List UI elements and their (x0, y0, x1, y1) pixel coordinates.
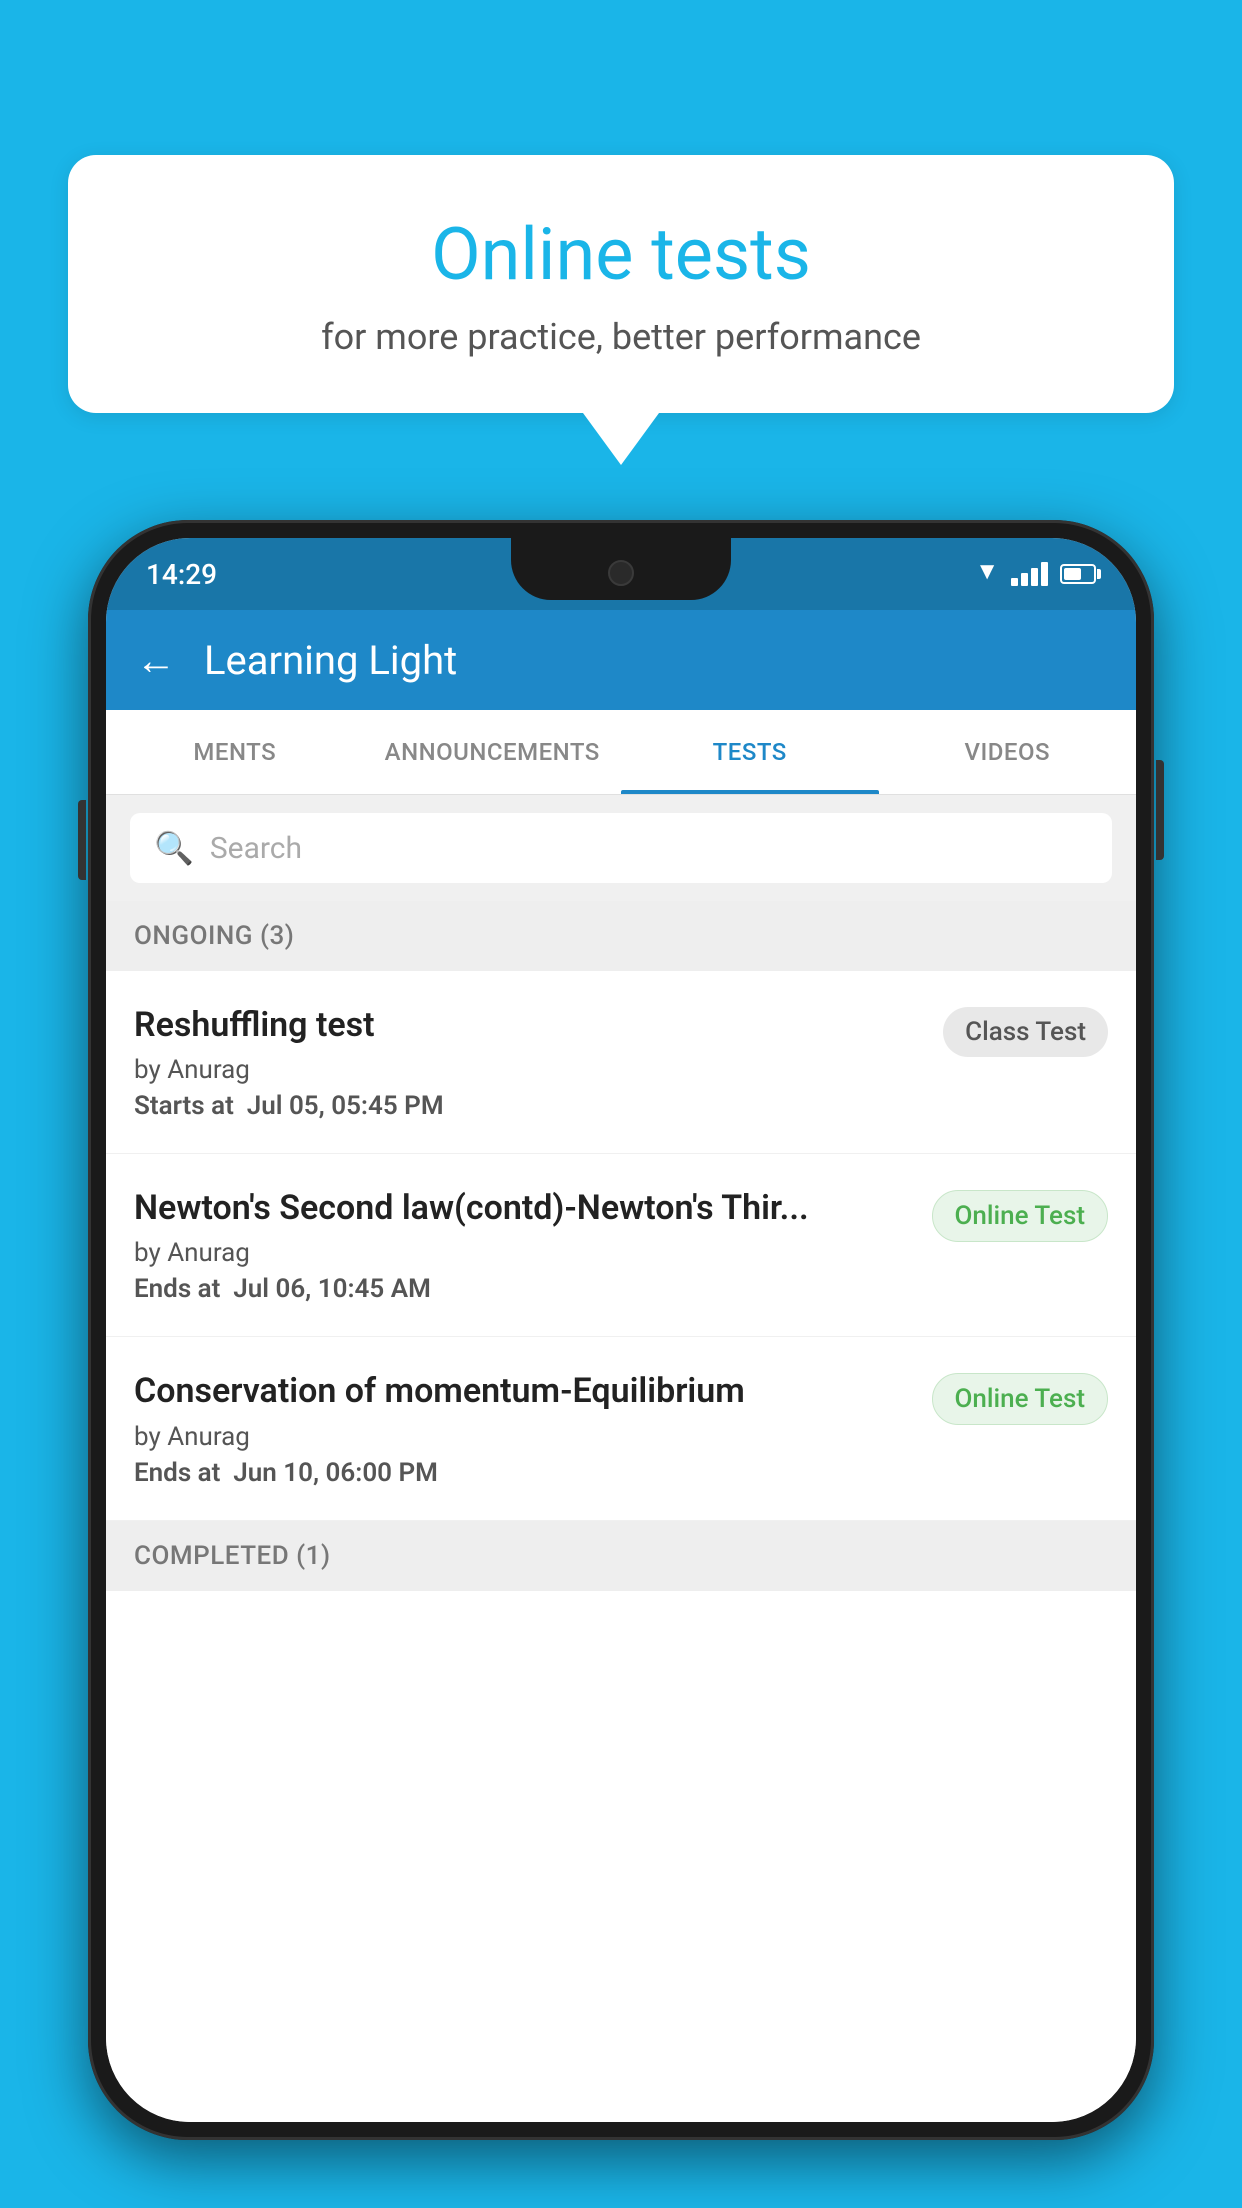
test-content: Reshuffling test by Anurag Starts at Jul… (134, 1003, 923, 1121)
test-badge-online: Online Test (932, 1373, 1109, 1425)
tabs-container: MENTS ANNOUNCEMENTS TESTS VIDEOS (106, 710, 1136, 795)
phone-wrapper: 14:29 ▼ (88, 520, 1154, 2140)
test-time-label: Ends at (134, 1274, 220, 1304)
signal-icon (1011, 562, 1048, 586)
test-content: Conservation of momentum-Equilibrium by … (134, 1369, 912, 1487)
test-time-value: Jul 05, 05:45 PM (247, 1091, 444, 1121)
tab-videos[interactable]: VIDEOS (879, 710, 1137, 794)
test-author: by Anurag (134, 1055, 923, 1085)
app-title: Learning Light (204, 637, 457, 684)
search-wrapper: 🔍 Search (106, 795, 1136, 901)
phone-power-button (1156, 760, 1164, 860)
wifi-icon: ▼ (975, 562, 999, 586)
test-time: Ends at Jul 06, 10:45 AM (134, 1274, 912, 1304)
phone-screen: 14:29 ▼ (106, 538, 1136, 2122)
phone-outer: 14:29 ▼ (88, 520, 1154, 2140)
search-placeholder: Search (210, 831, 302, 866)
speech-bubble-title: Online tests (128, 215, 1114, 294)
speech-bubble: Online tests for more practice, better p… (68, 155, 1174, 413)
status-icons: ▼ (975, 562, 1096, 586)
test-time-label: Ends at (134, 1458, 220, 1488)
test-author: by Anurag (134, 1422, 912, 1452)
ongoing-section-header: ONGOING (3) (106, 901, 1136, 971)
test-name: Reshuffling test (134, 1003, 923, 1047)
phone-volume-button (78, 800, 86, 880)
battery-icon (1060, 564, 1096, 584)
completed-section-header: COMPLETED (1) (106, 1521, 1136, 1591)
test-author: by Anurag (134, 1238, 912, 1268)
test-time: Starts at Jul 05, 05:45 PM (134, 1091, 923, 1121)
phone-camera (608, 560, 634, 586)
tab-tests[interactable]: TESTS (621, 710, 879, 794)
tab-ments[interactable]: MENTS (106, 710, 364, 794)
speech-bubble-wrapper: Online tests for more practice, better p… (68, 155, 1174, 465)
test-content: Newton's Second law(contd)-Newton's Thir… (134, 1186, 912, 1304)
test-item[interactable]: Newton's Second law(contd)-Newton's Thir… (106, 1154, 1136, 1337)
search-box[interactable]: 🔍 Search (130, 813, 1112, 883)
battery-fill (1064, 568, 1081, 580)
speech-bubble-arrow (583, 413, 659, 465)
test-time-value: Jul 06, 10:45 AM (233, 1274, 431, 1304)
tests-list: Reshuffling test by Anurag Starts at Jul… (106, 971, 1136, 2122)
test-name: Conservation of momentum-Equilibrium (134, 1369, 912, 1413)
test-badge-class: Class Test (943, 1007, 1108, 1057)
test-time-label: Starts at (134, 1091, 234, 1121)
speech-bubble-subtitle: for more practice, better performance (128, 316, 1114, 358)
test-time-value: Jun 10, 06:00 PM (233, 1458, 438, 1488)
test-name: Newton's Second law(contd)-Newton's Thir… (134, 1186, 912, 1230)
test-item[interactable]: Reshuffling test by Anurag Starts at Jul… (106, 971, 1136, 1154)
search-icon: 🔍 (154, 829, 194, 867)
test-badge-online: Online Test (932, 1190, 1109, 1242)
back-button[interactable]: ← (136, 637, 176, 684)
tab-announcements[interactable]: ANNOUNCEMENTS (364, 710, 622, 794)
test-time: Ends at Jun 10, 06:00 PM (134, 1458, 912, 1488)
status-time: 14:29 (146, 558, 217, 591)
phone-notch (511, 538, 731, 600)
app-header: ← Learning Light (106, 610, 1136, 710)
test-item[interactable]: Conservation of momentum-Equilibrium by … (106, 1337, 1136, 1520)
